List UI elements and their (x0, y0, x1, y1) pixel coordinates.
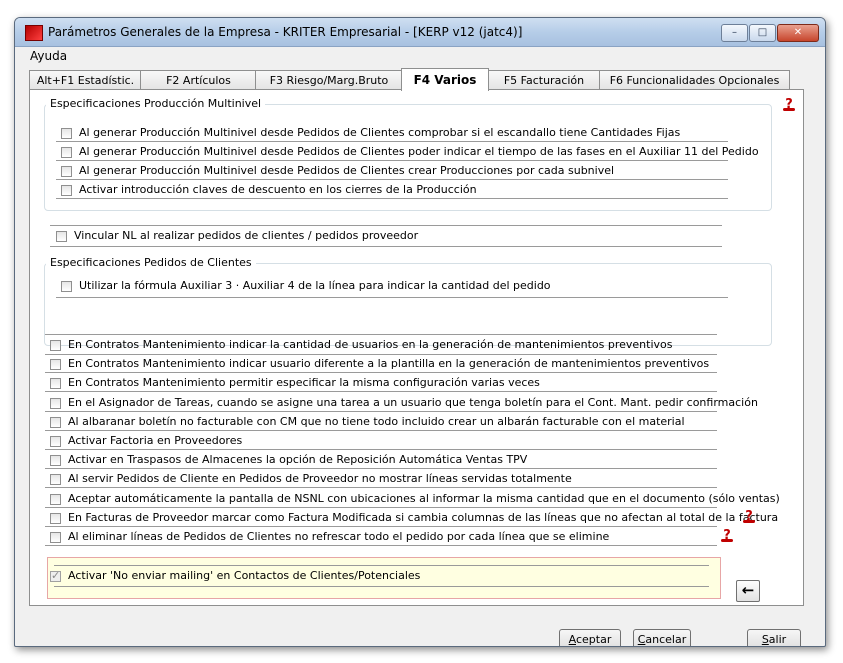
parametros-window: Parámetros Generales de la Empresa - KRI… (14, 17, 826, 647)
help-icon[interactable] (719, 529, 735, 542)
menu-bar: Ayuda (15, 47, 825, 65)
checkbox-label: Activar introducción claves de descuento… (79, 183, 477, 196)
salir-label: alir (768, 633, 787, 646)
checkbox-label: Al generar Producción Multinivel desde P… (79, 145, 759, 158)
checkbox-option-10[interactable] (50, 513, 61, 524)
checkbox-option-8[interactable] (50, 474, 61, 485)
checkbox-label: Al servir Pedidos de Cliente en Pedidos … (68, 472, 572, 485)
checkbox-label: Vincular NL al realizar pedidos de clien… (74, 229, 419, 242)
aceptar-label: ceptar (575, 633, 612, 646)
checkbox-produccion-4[interactable] (61, 185, 72, 196)
cancelar-label: ancelar (645, 633, 687, 646)
checkbox-label: Al generar Producción Multinivel desde P… (79, 164, 615, 177)
title-bar[interactable]: Parámetros Generales de la Empresa - KRI… (15, 18, 825, 47)
checkbox-option-9[interactable] (50, 494, 61, 505)
checkbox-formula-auxiliar[interactable] (61, 281, 72, 292)
checkbox-option-4[interactable] (50, 398, 61, 409)
maximize-button[interactable]: □ (749, 24, 776, 42)
help-icon[interactable] (781, 98, 797, 111)
close-button[interactable]: ✕ (777, 24, 819, 42)
menu-item-ayuda[interactable]: Ayuda (30, 49, 67, 63)
minimize-button[interactable]: – (721, 24, 748, 42)
tab-panel-varios: Especificaciones Producción Multinivel A… (29, 89, 804, 606)
checkbox-option-3[interactable] (50, 378, 61, 389)
checkbox-vincular-nl[interactable] (56, 231, 67, 242)
checkbox-label: En Contratos Mantenimiento indicar usuar… (68, 357, 710, 370)
checkbox-label: Activar en Traspasos de Almacenes la opc… (68, 453, 528, 466)
tab-funcionalidades[interactable]: F6 Funcionalidades Opcionales (599, 70, 790, 90)
checkbox-label: En el Asignador de Tareas, cuando se asi… (68, 396, 758, 409)
salir-hotkey: S (761, 633, 769, 646)
help-icon[interactable] (741, 510, 757, 523)
checkbox-option-7[interactable] (50, 455, 61, 466)
group-produccion-title: Especificaciones Producción Multinivel (46, 97, 266, 110)
checkbox-label: En Facturas de Proveedor marcar como Fac… (68, 511, 779, 524)
checkbox-label: Al generar Producción Multinivel desde P… (79, 126, 681, 139)
checkbox-label: Activar 'No enviar mailing' en Contactos… (68, 569, 421, 582)
checkbox-label: Al eliminar líneas de Pedidos de Cliente… (68, 530, 610, 543)
salir-button[interactable]: Salir (747, 629, 801, 646)
checkbox-label: Aceptar automáticamente la pantalla de N… (68, 492, 780, 505)
tab-riesgo[interactable]: F3 Riesgo/Marg.Bruto (255, 70, 403, 90)
checkbox-produccion-1[interactable] (61, 128, 72, 139)
window-title: Parámetros Generales de la Empresa - KRI… (48, 25, 523, 39)
checkbox-option-6[interactable] (50, 436, 61, 447)
tab-strip: Alt+F1 Estadístic. F2 Artículos F3 Riesg… (29, 68, 825, 91)
tab-varios[interactable]: F4 Varios (401, 68, 489, 91)
app-icon (25, 25, 43, 41)
checkbox-produccion-3[interactable] (61, 166, 72, 177)
checkbox-no-enviar-mailing[interactable] (50, 569, 61, 582)
group-pedidos-title: Especificaciones Pedidos de Clientes (46, 256, 256, 269)
aceptar-hotkey: A (568, 633, 576, 646)
checkbox-option-1[interactable] (50, 340, 61, 351)
checkbox-label: En Contratos Mantenimiento indicar la ca… (68, 338, 673, 351)
tab-articulos[interactable]: F2 Artículos (140, 70, 257, 90)
checkbox-option-11[interactable] (50, 532, 61, 543)
tab-facturacion[interactable]: F5 Facturación (487, 70, 601, 90)
checkbox-label: Al albaranar boletín no facturable con C… (68, 415, 685, 428)
tab-estadistic[interactable]: Alt+F1 Estadístic. (29, 70, 142, 90)
checkbox-label: Activar Factoria en Proveedores (68, 434, 243, 447)
checkbox-produccion-2[interactable] (61, 147, 72, 158)
cancelar-button[interactable]: Cancelar (633, 629, 691, 646)
checkbox-option-2[interactable] (50, 359, 61, 370)
checkbox-label: Utilizar la fórmula Auxiliar 3 · Auxilia… (79, 279, 551, 292)
aceptar-button[interactable]: Aceptar (559, 629, 621, 646)
back-arrow-icon[interactable]: ← (736, 580, 760, 602)
checkbox-label: En Contratos Mantenimiento permitir espe… (68, 376, 540, 389)
checkbox-option-5[interactable] (50, 417, 61, 428)
